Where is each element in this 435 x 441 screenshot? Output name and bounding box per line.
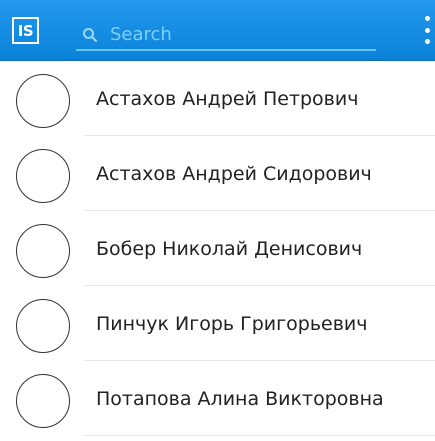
contact-name: Астахов Андрей Петрович xyxy=(96,88,359,110)
avatar-icon[interactable] xyxy=(16,374,70,428)
avatar-icon[interactable] xyxy=(16,299,70,353)
more-vert-icon[interactable] xyxy=(423,16,431,44)
avatar-icon[interactable] xyxy=(16,74,70,128)
contact-row[interactable]: Астахов Андрей Сидорович xyxy=(0,136,435,211)
contact-name: Бобер Николай Денисович xyxy=(96,238,363,260)
contact-name: Астахов Андрей Сидорович xyxy=(96,163,372,185)
avatar-icon[interactable] xyxy=(16,149,70,203)
app-toolbar: IS xyxy=(0,0,435,61)
avatar-icon[interactable] xyxy=(16,224,70,278)
contact-row[interactable]: Бобер Николай Денисович xyxy=(0,211,435,286)
menu-dot xyxy=(424,16,430,21)
menu-dot xyxy=(424,27,430,33)
divider xyxy=(84,435,435,436)
contact-list: Астахов Андрей Петрович Астахов Андрей С… xyxy=(0,61,435,436)
contact-row[interactable]: Пинчук Игорь Григорьевич xyxy=(0,286,435,361)
contact-name: Пинчук Игорь Григорьевич xyxy=(96,313,368,335)
contact-row[interactable]: Астахов Андрей Петрович xyxy=(0,61,435,136)
contact-name: Потапова Алина Викторовна xyxy=(96,388,384,410)
app-logo: IS xyxy=(12,17,39,44)
search-icon[interactable] xyxy=(82,27,98,43)
contact-row[interactable]: Потапова Алина Викторовна xyxy=(0,361,435,436)
menu-dot xyxy=(424,39,430,44)
search-bar[interactable] xyxy=(76,22,376,51)
search-input[interactable] xyxy=(110,22,340,46)
search-underline xyxy=(76,49,376,51)
